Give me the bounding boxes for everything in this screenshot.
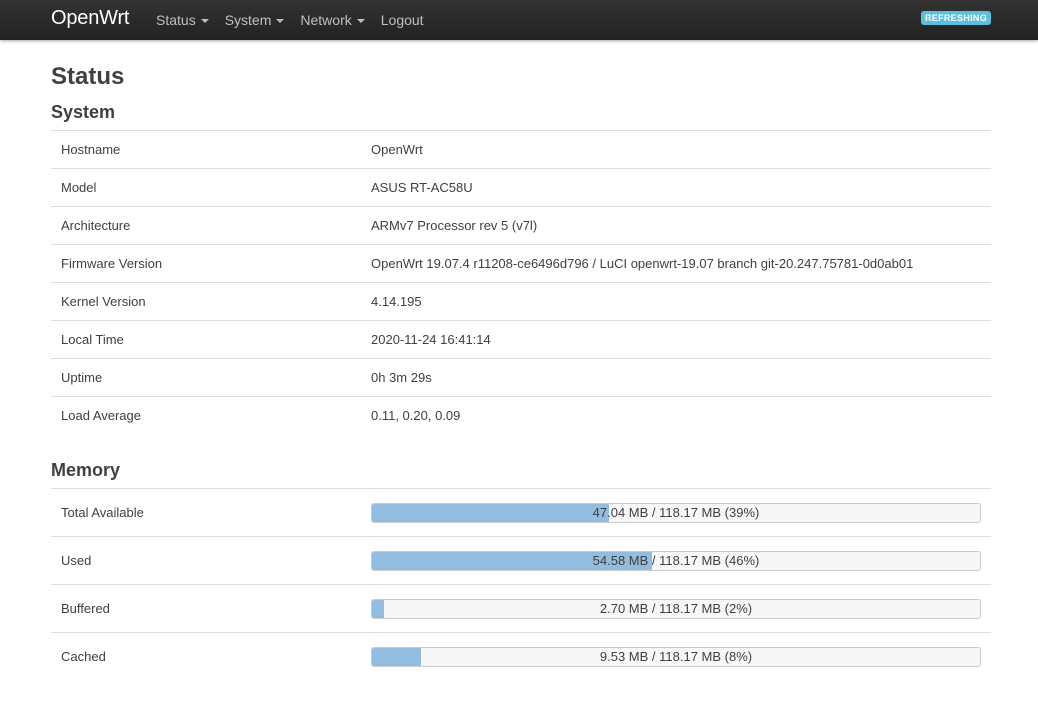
chevron-down-icon (276, 18, 285, 23)
progress-bar: 9.53 MB / 118.17 MB (8%) (371, 646, 981, 667)
top-navbar: OpenWrt Status System Network Logout REF… (0, 0, 1038, 40)
chevron-down-icon (200, 18, 209, 23)
row-label: Model (51, 168, 361, 207)
table-row: Model ASUS RT-AC58U (51, 168, 991, 207)
table-row: Buffered 2.70 MB / 118.17 MB (2%) (51, 584, 991, 633)
table-row: Kernel Version 4.14.195 (51, 282, 991, 321)
row-label: Local Time (51, 320, 361, 359)
row-label: Used (51, 536, 361, 585)
memory-table: Total Available 47.04 MB / 118.17 MB (39… (51, 488, 991, 680)
progress-bar: 47.04 MB / 118.17 MB (39%) (371, 502, 981, 523)
nav-logout[interactable]: Logout (373, 0, 432, 40)
progress-text: 54.58 MB / 118.17 MB (46%) (592, 552, 760, 568)
progress-text: 2.70 MB / 118.17 MB (2%) (599, 600, 753, 616)
table-row: Architecture ARMv7 Processor rev 5 (v7l) (51, 206, 991, 245)
nav-status-label: Status (156, 12, 196, 28)
row-label: Buffered (51, 584, 361, 633)
row-value: ASUS RT-AC58U (361, 168, 991, 207)
row-value: 9.53 MB / 118.17 MB (8%) (361, 632, 991, 680)
main-nav: Status System Network Logout (148, 0, 432, 40)
refreshing-badge[interactable]: REFRESHING (920, 11, 991, 25)
progress-bar: 2.70 MB / 118.17 MB (2%) (371, 598, 981, 619)
table-row: Uptime 0h 3m 29s (51, 358, 991, 397)
row-value: 0.11, 0.20, 0.09 (361, 396, 991, 434)
chevron-down-icon (356, 18, 365, 23)
row-value: 4.14.195 (361, 282, 991, 321)
memory-heading: Memory (51, 460, 121, 480)
row-label: Uptime (51, 358, 361, 397)
nav-system[interactable]: System (217, 0, 293, 40)
row-value: 2020-11-24 16:41:14 (361, 320, 991, 359)
table-row: Used 54.58 MB / 118.17 MB (46%) (51, 536, 991, 585)
row-label: Firmware Version (51, 244, 361, 283)
row-value: ARMv7 Processor rev 5 (v7l) (361, 206, 991, 245)
table-row: Load Average 0.11, 0.20, 0.09 (51, 396, 991, 434)
nav-network-label: Network (300, 12, 352, 28)
row-label: Kernel Version (51, 282, 361, 321)
table-row: Firmware Version OpenWrt 19.07.4 r11208-c… (51, 244, 991, 283)
row-label: Architecture (51, 206, 361, 245)
system-heading: System (51, 102, 116, 122)
brand-logo[interactable]: OpenWrt (51, 7, 129, 30)
row-value: OpenWrt 19.07.4 r11208-ce6496d796 / LuCI… (361, 244, 991, 283)
row-value: 2.70 MB / 118.17 MB (2%) (361, 584, 991, 633)
row-value: OpenWrt (361, 130, 991, 169)
nav-logout-label: Logout (380, 12, 424, 28)
system-table: Hostname OpenWrt Model ASUS RT-AC58U Archi… (51, 130, 991, 434)
table-row: Cached 9.53 MB / 118.17 MB (8%) (51, 632, 991, 680)
nav-system-label: System (224, 12, 272, 28)
table-row: Hostname OpenWrt (51, 130, 991, 169)
row-label: Load Average (51, 396, 361, 434)
table-row: Total Available 47.04 MB / 118.17 MB (39… (51, 488, 991, 537)
row-label: Hostname (51, 130, 361, 169)
page-title: Status (51, 63, 125, 90)
table-row: Local Time 2020-11-24 16:41:14 (51, 320, 991, 359)
row-value: 0h 3m 29s (361, 358, 991, 397)
progress-text: 9.53 MB / 118.17 MB (8%) (599, 648, 753, 664)
row-label: Cached (51, 632, 361, 680)
row-label: Total Available (51, 488, 361, 537)
row-value: 54.58 MB / 118.17 MB (46%) (361, 536, 991, 585)
progress-bar: 54.58 MB / 118.17 MB (46%) (371, 550, 981, 571)
nav-status[interactable]: Status (148, 0, 217, 40)
progress-text: 47.04 MB / 118.17 MB (39%) (592, 504, 760, 520)
nav-network[interactable]: Network (292, 0, 372, 40)
row-value: 47.04 MB / 118.17 MB (39%) (361, 488, 991, 537)
